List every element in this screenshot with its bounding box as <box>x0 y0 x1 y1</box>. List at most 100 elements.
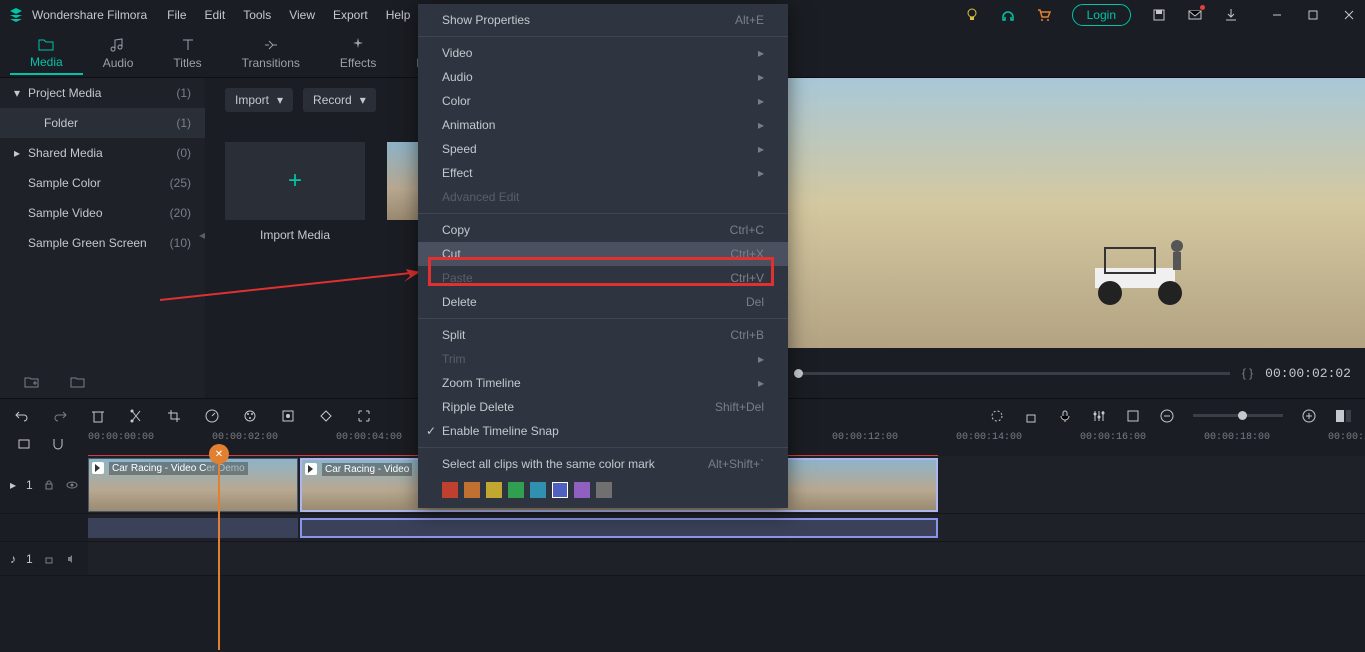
menu-help[interactable]: Help <box>386 8 411 22</box>
audio-clip-1[interactable] <box>88 518 298 538</box>
swatch-gray[interactable] <box>596 482 612 498</box>
ctx-speed[interactable]: Speed▸ <box>418 137 788 161</box>
sidebar-folder[interactable]: Folder(1) <box>0 108 205 138</box>
color-icon[interactable] <box>242 408 258 424</box>
mixer-icon[interactable] <box>1091 408 1107 424</box>
lightbulb-icon[interactable] <box>964 7 980 23</box>
menu-tools[interactable]: Tools <box>243 8 271 22</box>
expand-icon[interactable] <box>356 408 372 424</box>
tab-audio[interactable]: Audio <box>83 33 154 74</box>
lock-icon[interactable] <box>43 477 56 493</box>
zoom-out-icon[interactable] <box>1159 408 1175 424</box>
menu-edit[interactable]: Edit <box>205 8 226 22</box>
ctx-split[interactable]: SplitCtrl+B <box>418 323 788 347</box>
sidebar-sample-greenscreen[interactable]: Sample Green Screen(10) <box>0 228 205 258</box>
ctx-select-color-mark[interactable]: Select all clips with the same color mar… <box>418 452 788 476</box>
chevron-right-icon: ▸ <box>14 146 22 160</box>
save-icon[interactable] <box>1151 7 1167 23</box>
menu-file[interactable]: File <box>167 8 186 22</box>
download-icon[interactable] <box>1223 7 1239 23</box>
cart-icon[interactable] <box>1036 7 1052 23</box>
ctx-audio[interactable]: Audio▸ <box>418 65 788 89</box>
close-icon[interactable] <box>1341 7 1357 23</box>
sidebar-project-media[interactable]: ▾Project Media(1) <box>0 78 205 108</box>
swatch-orange[interactable] <box>464 482 480 498</box>
menu-export[interactable]: Export <box>333 8 368 22</box>
ctx-zoom-timeline[interactable]: Zoom Timeline▸ <box>418 371 788 395</box>
swatch-green[interactable] <box>508 482 524 498</box>
ctx-cut[interactable]: CutCtrl+X <box>418 242 788 266</box>
redo-icon[interactable] <box>52 408 68 424</box>
import-media-tile[interactable]: + Import Media <box>225 142 365 242</box>
ctx-effect[interactable]: Effect▸ <box>418 161 788 185</box>
delete-icon[interactable] <box>90 408 106 424</box>
swatch-purple[interactable] <box>574 482 590 498</box>
chevron-down-icon: ▾ <box>360 93 366 107</box>
folder-icon[interactable] <box>70 374 86 390</box>
headphones-icon[interactable] <box>1000 7 1016 23</box>
timeline-settings-icon[interactable] <box>16 436 32 452</box>
sidebar-shared-media[interactable]: ▸Shared Media(0) <box>0 138 205 168</box>
message-icon[interactable] <box>1187 7 1203 23</box>
menu-view[interactable]: View <box>289 8 315 22</box>
sidebar-sample-video[interactable]: Sample Video(20) <box>0 198 205 228</box>
sidebar-sample-color[interactable]: Sample Color(25) <box>0 168 205 198</box>
record-dropdown[interactable]: Record▾ <box>303 88 376 112</box>
ctx-ripple-delete[interactable]: Ripple DeleteShift+Del <box>418 395 788 419</box>
login-button[interactable]: Login <box>1072 4 1131 26</box>
audio-track: ♪1 <box>0 542 1365 576</box>
ctx-show-properties[interactable]: Show PropertiesAlt+E <box>418 8 788 32</box>
plus-icon: + <box>288 167 302 195</box>
timeline-clip-1[interactable]: Car Racing - Video Cer Demo <box>88 458 298 512</box>
zoom-slider[interactable] <box>1193 414 1283 417</box>
minimize-icon[interactable] <box>1269 7 1285 23</box>
chevron-right-icon: ▸ <box>758 376 764 390</box>
braces-marker[interactable]: { } <box>1242 366 1253 380</box>
audio-clip-2[interactable] <box>300 518 938 538</box>
chevron-right-icon: ▸ <box>758 46 764 60</box>
mic-icon[interactable] <box>1057 408 1073 424</box>
swatch-blue[interactable] <box>552 482 568 498</box>
track-lock-icon[interactable] <box>1023 408 1039 424</box>
fit-icon[interactable] <box>1335 408 1351 424</box>
ctx-video[interactable]: Video▸ <box>418 41 788 65</box>
speaker-icon[interactable] <box>65 551 78 567</box>
preview-scrubber[interactable] <box>794 372 1230 375</box>
collapse-sidebar-icon[interactable]: ◂ <box>199 228 205 242</box>
greenscreen-icon[interactable] <box>280 408 296 424</box>
lock-icon[interactable] <box>43 551 56 567</box>
playhead[interactable] <box>218 450 220 650</box>
swatch-red[interactable] <box>442 482 458 498</box>
swatch-teal[interactable] <box>530 482 546 498</box>
preview-viewport[interactable] <box>780 78 1365 358</box>
render-icon[interactable] <box>1125 408 1141 424</box>
transition-icon <box>263 37 279 53</box>
music-icon <box>110 37 126 53</box>
tab-media[interactable]: Media <box>10 32 83 75</box>
ctx-copy[interactable]: CopyCtrl+C <box>418 218 788 242</box>
speed-icon[interactable] <box>204 408 220 424</box>
import-dropdown[interactable]: Import▾ <box>225 88 293 112</box>
new-folder-icon[interactable] <box>24 374 40 390</box>
split-icon[interactable] <box>128 408 144 424</box>
ctx-animation[interactable]: Animation▸ <box>418 113 788 137</box>
ctx-delete[interactable]: DeleteDel <box>418 290 788 314</box>
zoom-in-icon[interactable] <box>1301 408 1317 424</box>
chevron-down-icon: ▾ <box>14 86 22 100</box>
ctx-color[interactable]: Color▸ <box>418 89 788 113</box>
text-icon <box>180 37 196 53</box>
keyframe-icon[interactable] <box>318 408 334 424</box>
ctx-enable-snap[interactable]: ✓Enable Timeline Snap <box>418 419 788 443</box>
crop-icon[interactable] <box>166 408 182 424</box>
swatch-yellow[interactable] <box>486 482 502 498</box>
tab-effects[interactable]: Effects <box>320 33 396 74</box>
tab-titles[interactable]: Titles <box>153 33 221 74</box>
annotation-arrow <box>160 260 440 310</box>
maximize-icon[interactable] <box>1305 7 1321 23</box>
undo-icon[interactable] <box>14 408 30 424</box>
timeline-magnet-icon[interactable] <box>50 436 66 452</box>
clip-play-icon <box>305 463 317 475</box>
tab-transitions[interactable]: Transitions <box>222 33 320 74</box>
eye-icon[interactable] <box>65 477 78 493</box>
marker-icon[interactable] <box>989 408 1005 424</box>
